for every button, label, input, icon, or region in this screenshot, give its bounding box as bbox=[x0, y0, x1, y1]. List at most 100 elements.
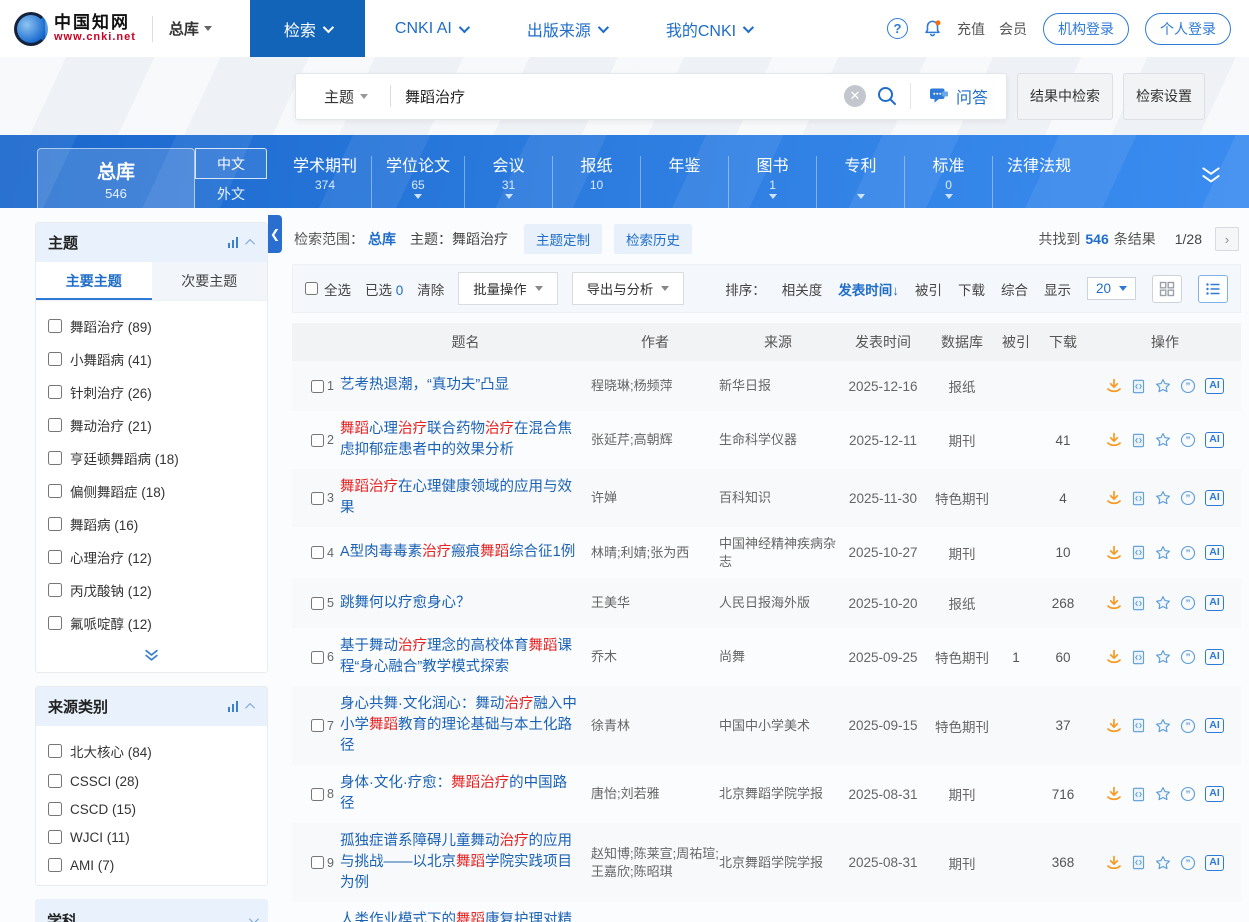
result-source-link[interactable]: 生命科学仪器 bbox=[719, 431, 837, 449]
theme-filter-心理治疗[interactable]: 心理治疗 (12) bbox=[48, 540, 255, 573]
result-title-link[interactable]: 基于舞动治疗理念的高校体育舞蹈课程“身心融合”教学模式探索 bbox=[340, 636, 591, 678]
ai-assistant-button[interactable]: AI bbox=[1205, 432, 1224, 448]
sort-发表时间↓[interactable]: 发表时间↓ bbox=[838, 279, 899, 299]
collapse-panel-icon[interactable] bbox=[245, 703, 255, 713]
row-checkbox[interactable] bbox=[311, 788, 324, 801]
theme-filter-舞动治疗[interactable]: 舞动治疗 (21) bbox=[48, 408, 255, 441]
result-source-link[interactable]: 尚舞 bbox=[719, 648, 837, 666]
select-all-box[interactable] bbox=[305, 282, 318, 295]
ribbon-tab-学术期刊[interactable]: 学术期刊374 bbox=[279, 156, 371, 208]
expand-panel-icon[interactable] bbox=[249, 914, 259, 922]
sort-相关度[interactable]: 相关度 bbox=[782, 279, 823, 299]
ai-assistant-button[interactable]: AI bbox=[1205, 490, 1224, 506]
source-filter-北大核心[interactable]: 北大核心 (84) bbox=[48, 734, 255, 767]
collapse-panel-icon[interactable] bbox=[245, 239, 255, 249]
download-icon[interactable] bbox=[1106, 432, 1122, 448]
search-icon[interactable] bbox=[876, 85, 898, 107]
checkbox[interactable] bbox=[48, 319, 62, 333]
ai-assistant-button[interactable]: AI bbox=[1205, 718, 1224, 734]
sort-综合[interactable]: 综合 bbox=[1001, 279, 1028, 299]
grid-view-button[interactable] bbox=[1152, 275, 1182, 303]
more-databases-icon[interactable] bbox=[1199, 165, 1223, 190]
search-settings-button[interactable]: 检索设置 bbox=[1123, 73, 1205, 120]
search-field-dropdown[interactable]: 主题 bbox=[296, 86, 390, 107]
result-authors[interactable]: 赵知博;陈莱宣;周祐瑄;王嘉欣;陈昭琪 bbox=[591, 845, 719, 881]
html-read-icon[interactable] bbox=[1131, 855, 1146, 870]
html-read-icon[interactable] bbox=[1131, 787, 1146, 802]
row-checkbox[interactable] bbox=[311, 380, 324, 393]
download-icon[interactable] bbox=[1106, 595, 1122, 611]
result-authors[interactable]: 林晴;利婧;张为西 bbox=[591, 544, 719, 562]
theme-filter-亨廷顿舞蹈病[interactable]: 亨廷顿舞蹈病 (18) bbox=[48, 441, 255, 474]
result-source-link[interactable]: 新华日报 bbox=[719, 377, 837, 395]
result-authors[interactable]: 唐怡;刘若雅 bbox=[591, 785, 719, 803]
select-all-checkbox[interactable]: 全选 bbox=[305, 279, 351, 299]
checkbox[interactable] bbox=[48, 616, 62, 630]
checkbox[interactable] bbox=[48, 484, 62, 498]
sort-被引[interactable]: 被引 bbox=[915, 279, 942, 299]
theme-filter-小舞蹈病[interactable]: 小舞蹈病 (41) bbox=[48, 342, 255, 375]
cite-quote-icon[interactable]: ” bbox=[1180, 378, 1196, 394]
ai-assistant-button[interactable]: AI bbox=[1205, 855, 1224, 871]
html-read-icon[interactable] bbox=[1131, 596, 1146, 611]
result-title-link[interactable]: 舞蹈治疗在心理健康领域的应用与效果 bbox=[340, 477, 591, 519]
source-filter-WJCI[interactable]: WJCI (11) bbox=[48, 823, 255, 851]
ai-assistant-button[interactable]: AI bbox=[1205, 786, 1224, 802]
result-title-link[interactable]: 舞蹈心理治疗联合药物治疗在混合焦虑抑郁症患者中的效果分析 bbox=[340, 419, 591, 461]
topnav-item-1[interactable]: 检索 bbox=[250, 0, 365, 57]
ribbon-tab-年鉴[interactable]: 年鉴 bbox=[640, 156, 728, 208]
org-login-button[interactable]: 机构登录 bbox=[1043, 13, 1129, 45]
result-source-link[interactable]: 中国中小学美术 bbox=[719, 717, 837, 735]
row-checkbox[interactable] bbox=[311, 597, 324, 610]
result-title-link[interactable]: 跳舞何以疗愈身心？ bbox=[340, 593, 591, 614]
subject-panel[interactable]: 学科 bbox=[35, 899, 268, 922]
checkbox[interactable] bbox=[48, 385, 62, 399]
result-source-link[interactable]: 人民日报海外版 bbox=[719, 594, 837, 612]
cnki-logo[interactable]: 中国知网 www.cnki.net bbox=[14, 12, 136, 46]
checkbox[interactable] bbox=[48, 858, 62, 872]
checkbox[interactable] bbox=[48, 774, 62, 788]
notification-bell-icon[interactable] bbox=[922, 18, 943, 39]
checkbox[interactable] bbox=[48, 352, 62, 366]
result-title-link[interactable]: A型肉毒毒素治疗瘢痕舞蹈综合征1例 bbox=[340, 542, 591, 563]
ribbon-tab-学位论文[interactable]: 学位论文65 bbox=[371, 156, 464, 208]
download-icon[interactable] bbox=[1106, 545, 1122, 561]
clear-search-icon[interactable]: ✕ bbox=[844, 85, 866, 107]
cite-quote-icon[interactable]: ” bbox=[1180, 490, 1196, 506]
search-history-button[interactable]: 检索历史 bbox=[614, 224, 692, 254]
html-read-icon[interactable] bbox=[1131, 650, 1146, 665]
download-icon[interactable] bbox=[1106, 378, 1122, 394]
personal-login-button[interactable]: 个人登录 bbox=[1145, 13, 1231, 45]
row-checkbox[interactable] bbox=[311, 856, 324, 869]
ai-assistant-button[interactable]: AI bbox=[1205, 378, 1224, 394]
topnav-item-3[interactable]: 出版来源 bbox=[497, 0, 636, 57]
row-checkbox[interactable] bbox=[311, 492, 324, 505]
checkbox[interactable] bbox=[48, 550, 62, 564]
favorite-star-icon[interactable] bbox=[1155, 490, 1171, 506]
source-filter-AMI[interactable]: AMI (7) bbox=[48, 851, 255, 879]
result-source-link[interactable]: 北京舞蹈学院学报 bbox=[719, 785, 837, 803]
cite-quote-icon[interactable]: ” bbox=[1180, 545, 1196, 561]
help-icon[interactable]: ? bbox=[887, 18, 908, 39]
search-in-results-button[interactable]: 结果中检索 bbox=[1017, 73, 1113, 120]
checkbox[interactable] bbox=[48, 830, 62, 844]
topnav-item-4[interactable]: 我的CNKI bbox=[636, 0, 781, 57]
download-icon[interactable] bbox=[1106, 718, 1122, 734]
favorite-star-icon[interactable] bbox=[1155, 378, 1171, 394]
result-authors[interactable]: 程晓琳;杨频萍 bbox=[591, 377, 719, 395]
theme-filter-氟哌啶醇[interactable]: 氟哌啶醇 (12) bbox=[48, 606, 255, 639]
row-checkbox[interactable] bbox=[311, 546, 324, 559]
checkbox[interactable] bbox=[48, 517, 62, 531]
search-input[interactable] bbox=[391, 88, 844, 105]
ribbon-tab-标准[interactable]: 标准0 bbox=[904, 156, 992, 208]
ribbon-tab-图书[interactable]: 图书1 bbox=[728, 156, 816, 208]
checkbox[interactable] bbox=[48, 418, 62, 432]
favorite-star-icon[interactable] bbox=[1155, 595, 1171, 611]
cite-quote-icon[interactable]: ” bbox=[1180, 649, 1196, 665]
result-title-link[interactable]: 人类作业模式下的舞蹈康复护理对精神分裂症患者睡眠质量的影响 bbox=[340, 910, 591, 922]
theme-filter-偏侧舞蹈症[interactable]: 偏侧舞蹈症 (18) bbox=[48, 474, 255, 507]
cite-quote-icon[interactable]: ” bbox=[1180, 786, 1196, 802]
sort-下载[interactable]: 下载 bbox=[958, 279, 985, 299]
expand-more-icon[interactable] bbox=[36, 645, 267, 672]
lang-toggle-en[interactable]: 外文 bbox=[195, 179, 267, 208]
